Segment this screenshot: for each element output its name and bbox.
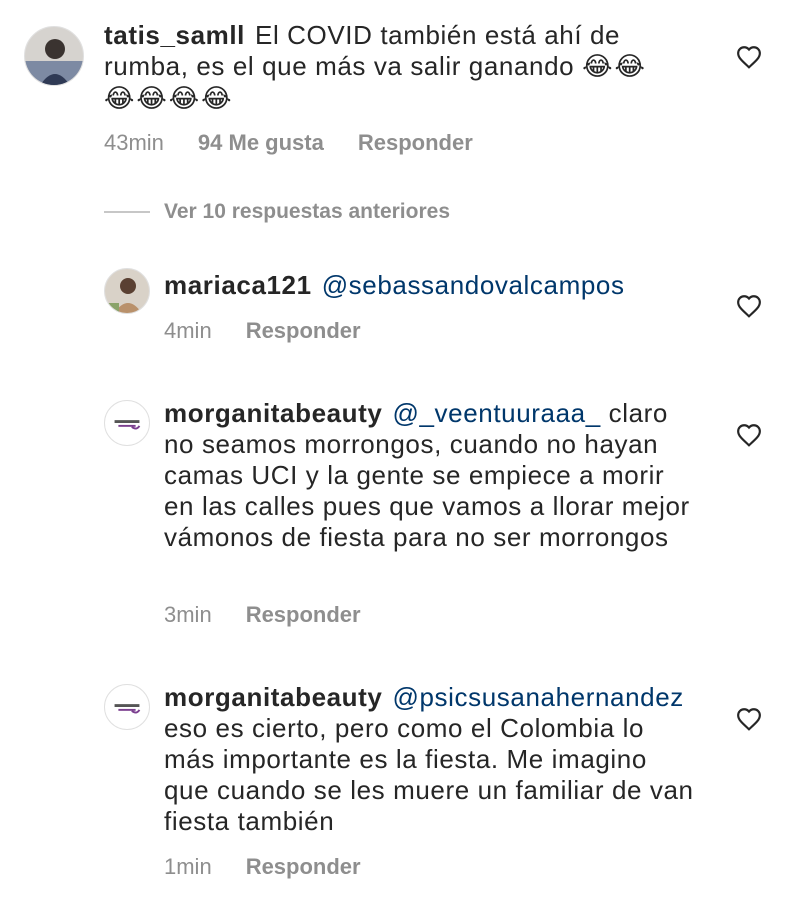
avatar[interactable] — [104, 268, 150, 314]
mention-link[interactable]: @psicsusanahernandez — [393, 682, 684, 712]
comment-meta: 43min 94 Me gusta Responder — [104, 130, 473, 156]
username[interactable]: morganitabeauty — [164, 682, 383, 712]
reply-body: morganitabeauty @psicsusanahernandez eso … — [164, 682, 694, 837]
username[interactable]: morganitabeauty — [164, 398, 383, 428]
mention-link[interactable]: @_veentuuraaa_ — [393, 398, 601, 428]
divider-line — [104, 211, 150, 213]
avatar[interactable] — [24, 26, 84, 86]
heart-icon[interactable] — [736, 423, 762, 447]
brand-logo-icon — [105, 685, 149, 729]
timestamp: 1min — [164, 854, 212, 879]
username[interactable]: tatis_samll — [104, 20, 245, 50]
view-previous-replies[interactable]: Ver 10 respuestas anteriores — [104, 200, 450, 224]
reply-button[interactable]: Responder — [246, 602, 361, 628]
reply-body: mariaca121 @sebassandovalcampos — [164, 270, 704, 301]
reply-meta: 1min Responder — [164, 854, 361, 880]
laughing-emoji: 😂😂😂😂 — [104, 84, 234, 114]
timestamp: 4min — [164, 318, 212, 343]
reply-meta: 4min Responder — [164, 318, 361, 344]
reply-button[interactable]: Responder — [246, 318, 361, 344]
mention-link[interactable]: @sebassandovalcampos — [322, 270, 625, 300]
reply-meta: 3min Responder — [164, 602, 361, 628]
username[interactable]: mariaca121 — [164, 270, 312, 300]
avatar[interactable] — [104, 400, 150, 446]
reply-button[interactable]: Responder — [358, 130, 473, 156]
reply-button[interactable]: Responder — [246, 854, 361, 880]
view-previous-replies-label: Ver 10 respuestas anteriores — [164, 200, 451, 223]
laughing-emoji: 😂😂 — [582, 52, 647, 82]
like-count[interactable]: 94 Me gusta — [198, 130, 324, 156]
avatar[interactable] — [104, 684, 150, 730]
heart-icon[interactable] — [736, 294, 762, 318]
reply-text: eso es cierto, pero como el Colombia lo … — [164, 713, 694, 836]
brand-logo-icon — [105, 401, 149, 445]
reply-body: morganitabeauty @_veentuuraaa_ claro no s… — [164, 398, 694, 553]
timestamp: 43min — [104, 130, 164, 155]
timestamp: 3min — [164, 602, 212, 627]
user-photo-icon — [105, 269, 149, 313]
heart-icon[interactable] — [736, 707, 762, 731]
heart-icon[interactable] — [736, 45, 762, 69]
user-photo-icon — [25, 27, 83, 85]
comment-body: tatis_samll El COVID también está ahí de … — [104, 20, 684, 115]
